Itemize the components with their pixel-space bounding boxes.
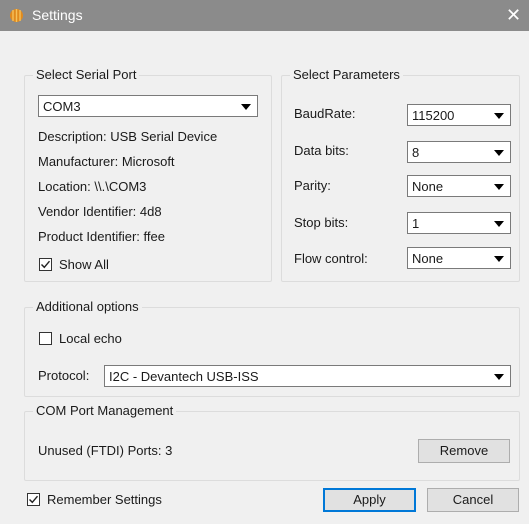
protocol-label: Protocol:: [38, 368, 90, 383]
protocol-value: I2C - Devantech USB-ISS: [109, 369, 259, 384]
window-title: Settings: [32, 7, 83, 23]
chevron-down-icon: [494, 374, 504, 380]
close-icon[interactable]: ✕: [506, 5, 521, 26]
serial-port-legend: Select Serial Port: [33, 67, 140, 83]
baud-rate-select[interactable]: 115200: [407, 104, 511, 126]
stop-bits-label: Stop bits:: [294, 215, 349, 230]
title-bar[interactable]: Settings ✕: [0, 0, 529, 31]
port-manufacturer: Manufacturer: Microsoft: [38, 154, 175, 169]
stop-bits-select[interactable]: 1: [407, 212, 511, 234]
additional-options-legend: Additional options: [33, 299, 142, 315]
baud-rate-label: BaudRate:: [294, 106, 356, 121]
dialog-body: Select Serial Port COM3 Description: USB…: [0, 31, 529, 524]
checkmark-icon: [41, 260, 51, 269]
app-icon: [10, 9, 23, 22]
remember-settings-checkbox[interactable]: [27, 493, 40, 506]
parity-value: None: [412, 179, 444, 194]
data-bits-label: Data bits:: [294, 143, 349, 158]
parameters-legend: Select Parameters: [290, 67, 403, 83]
chevron-down-icon: [494, 150, 504, 156]
show-all-label[interactable]: Show All: [59, 257, 109, 273]
baud-rate-value: 115200: [412, 108, 455, 123]
local-echo-checkbox[interactable]: [39, 332, 52, 345]
remember-settings-label[interactable]: Remember Settings: [47, 492, 162, 508]
data-bits-select[interactable]: 8: [407, 141, 511, 163]
local-echo-label[interactable]: Local echo: [59, 331, 122, 347]
port-vendor-id: Vendor Identifier: 4d8: [38, 204, 162, 219]
port-description: Description: USB Serial Device: [38, 129, 218, 144]
stop-bits-value: 1: [412, 216, 420, 231]
unused-ports-count: Unused (FTDI) Ports: 3: [38, 443, 173, 458]
chevron-down-icon: [494, 184, 504, 190]
parity-label: Parity:: [294, 178, 331, 193]
remove-button[interactable]: Remove: [418, 439, 510, 463]
flow-control-label: Flow control:: [294, 251, 368, 266]
chevron-down-icon: [241, 104, 251, 110]
apply-button[interactable]: Apply: [323, 488, 416, 512]
port-product-id: Product Identifier: ffee: [38, 229, 165, 244]
protocol-select[interactable]: I2C - Devantech USB-ISS: [104, 365, 511, 387]
flow-control-select[interactable]: None: [407, 247, 511, 269]
port-select-value: COM3: [43, 99, 81, 114]
chevron-down-icon: [494, 221, 504, 227]
checkmark-icon: [29, 495, 39, 504]
flow-control-value: None: [412, 251, 444, 266]
cancel-button[interactable]: Cancel: [427, 488, 519, 512]
port-select[interactable]: COM3: [38, 95, 258, 117]
chevron-down-icon: [494, 113, 504, 119]
com-port-management-legend: COM Port Management: [33, 403, 177, 419]
port-location: Location: \\.\COM3: [38, 179, 147, 194]
chevron-down-icon: [494, 256, 504, 262]
show-all-checkbox[interactable]: [39, 258, 52, 271]
parity-select[interactable]: None: [407, 175, 511, 197]
data-bits-value: 8: [412, 145, 420, 160]
